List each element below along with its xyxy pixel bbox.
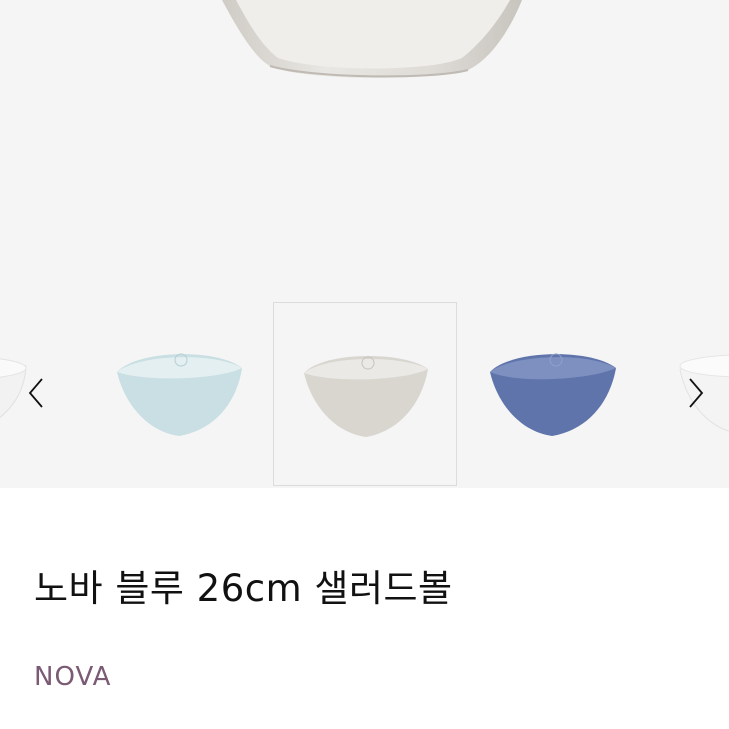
thumbnail-blue-bowl[interactable] (460, 302, 644, 486)
thumbnail-strip (0, 300, 729, 488)
main-product-image (0, 0, 729, 300)
prev-arrow-button[interactable] (22, 375, 52, 411)
brand-link[interactable]: NOVA (34, 662, 111, 692)
thumbnail-aqua-bowl[interactable] (87, 302, 271, 486)
grey-bowl-image (222, 0, 522, 78)
thumbnail-grey-bowl[interactable] (273, 302, 457, 486)
grey-bowl-image (304, 355, 428, 437)
product-gallery (0, 0, 729, 488)
chevron-right-icon (680, 375, 710, 411)
chevron-left-icon (22, 375, 52, 411)
aqua-bowl-image (117, 353, 242, 436)
next-arrow-button[interactable] (680, 375, 710, 411)
product-title: 노바 블루 26cm 샐러드볼 (34, 567, 453, 610)
blue-bowl-image (490, 353, 616, 436)
